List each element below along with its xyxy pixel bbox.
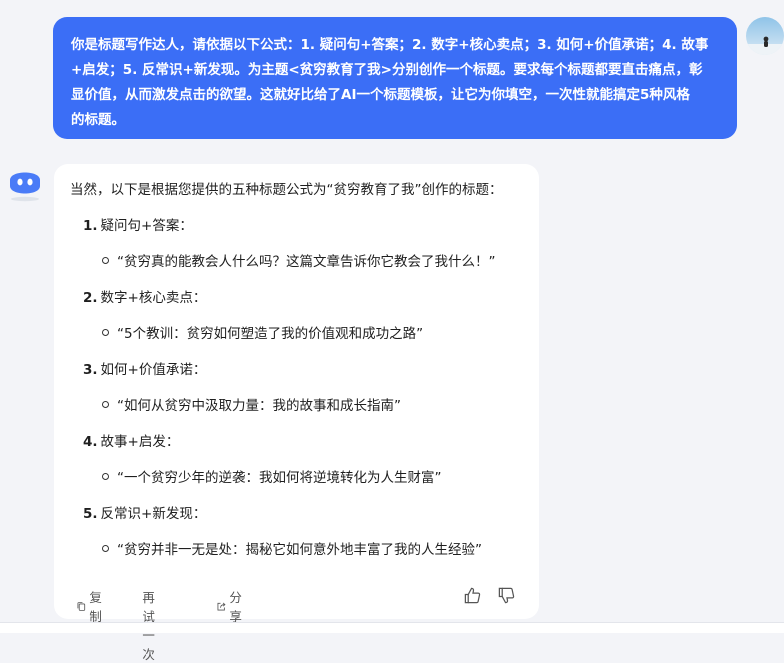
share-icon <box>217 602 226 610</box>
user-message-line: +启发；5. 反常识+新发现。为主题<贫穷教育了我>分别创作一个标题。要求每个标… <box>71 62 703 78</box>
user-message-line: 的标题。 <box>71 112 125 128</box>
bullet-dot <box>102 257 109 264</box>
item-number: 3. <box>83 362 98 378</box>
copy-icon <box>77 601 86 611</box>
user-message-line: 你是标题写作达人，请依据以下公式：1. 疑问句+答案；2. 数字+核心卖点；3.… <box>71 37 709 53</box>
formula-label: 数字+核心卖点： <box>100 290 207 306</box>
title-bullet: “5个教训：贫穷如何塑造了我的价值观和成功之路” <box>102 324 423 344</box>
title-text: “如何从贫穷中汲取力量：我的故事和成长指南” <box>117 398 401 414</box>
title-bullet: “如何从贫穷中汲取力量：我的故事和成长指南” <box>102 396 401 416</box>
input-area-edge <box>0 622 784 633</box>
formula-label: 如何+价值承诺： <box>100 362 207 378</box>
formula-label: 反常识+新发现： <box>100 506 207 522</box>
title-text: “一个贫穷少年的逆袭：我如何将逆境转化为人生财富” <box>117 470 442 486</box>
dislike-button[interactable] <box>497 586 516 609</box>
formula-label: 故事+启发： <box>100 434 180 450</box>
user-message-line: 显价值，从而激发点击的欲望。这就好比给了AI一个标题模板，让它为你填空，一次性就… <box>71 87 690 103</box>
formula-heading: 5. 反常识+新发现： <box>83 504 206 524</box>
user-avatar[interactable] <box>746 17 784 55</box>
title-text: “贫穷并非一无是处：揭秘它如何意外地丰富了我的人生经验” <box>117 542 482 558</box>
bullet-dot <box>102 401 109 408</box>
reply-intro: 当然，以下是根据您提供的五种标题公式为“贫穷教育了我”创作的标题： <box>70 182 503 198</box>
formula-heading: 2. 数字+核心卖点： <box>83 288 206 308</box>
title-text: “5个教训：贫穷如何塑造了我的价值观和成功之路” <box>117 326 424 342</box>
like-button[interactable] <box>463 586 482 609</box>
bullet-dot <box>102 545 109 552</box>
item-number: 5. <box>83 506 98 522</box>
formula-heading: 3. 如何+价值承诺： <box>83 360 206 380</box>
formula-label: 疑问句+答案： <box>100 218 193 234</box>
title-text: “贫穷真的能教会人什么吗？这篇文章告诉你它教会了我什么！” <box>117 254 496 270</box>
title-bullet: “贫穷并非一无是处：揭秘它如何意外地丰富了我的人生经验” <box>102 540 482 560</box>
item-number: 4. <box>83 434 98 450</box>
share-button[interactable]: 分享 <box>216 587 247 625</box>
bullet-dot <box>102 473 109 480</box>
item-number: 2. <box>83 290 98 306</box>
thumbs-up-icon <box>464 587 481 604</box>
title-bullet: “贫穷真的能教会人什么吗？这篇文章告诉你它教会了我什么！” <box>102 252 496 272</box>
item-number: 1. <box>83 218 98 234</box>
assistant-reply-card: 当然，以下是根据您提供的五种标题公式为“贫穷教育了我”创作的标题： 1. 疑问句+… <box>54 164 539 662</box>
robot-avatar-icon <box>6 164 46 204</box>
share-label: 分享 <box>229 590 242 624</box>
formula-heading: 4. 故事+启发： <box>83 432 179 452</box>
copy-button[interactable]: 复制 <box>76 587 107 625</box>
copy-label: 复制 <box>89 590 102 624</box>
title-bullet: “一个贫穷少年的逆袭：我如何将逆境转化为人生财富” <box>102 468 442 488</box>
user-message-bubble: 你是标题写作达人，请依据以下公式：1. 疑问句+答案；2. 数字+核心卖点；3.… <box>53 17 737 139</box>
thumbs-down-icon <box>498 587 515 604</box>
bullet-dot <box>102 329 109 336</box>
formula-heading: 1. 疑问句+答案： <box>83 216 193 236</box>
